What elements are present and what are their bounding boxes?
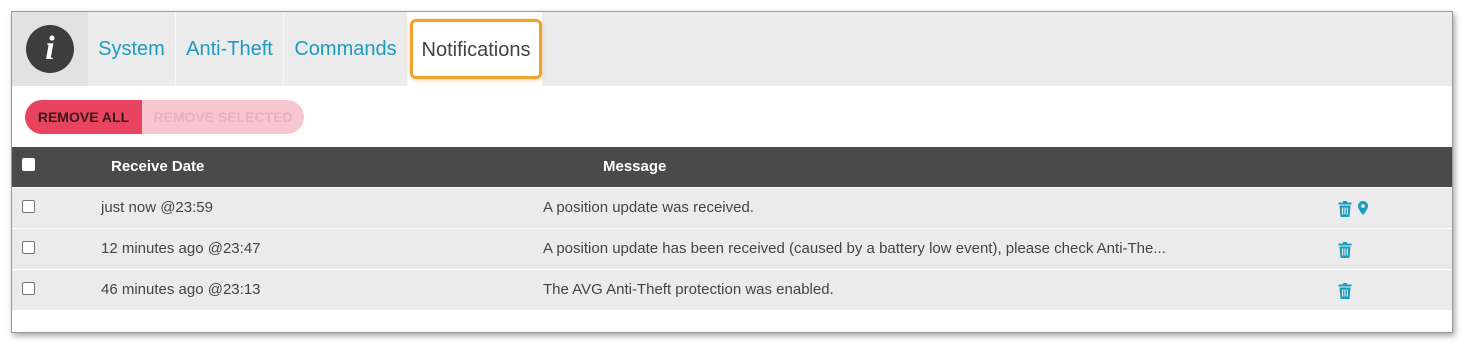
remove-all-button[interactable]: REMOVE ALL — [25, 100, 142, 134]
tab-system[interactable]: System — [88, 12, 176, 86]
row-checkbox[interactable] — [22, 282, 35, 295]
info-icon: i — [26, 25, 74, 73]
trash-icon[interactable] — [1338, 242, 1352, 258]
table-row: just now @23:59 A position update was re… — [12, 188, 1452, 229]
table-row: 46 minutes ago @23:13 The AVG Anti-Theft… — [12, 270, 1452, 311]
row-message: A position update has been received (cau… — [543, 240, 1166, 257]
trash-icon[interactable] — [1338, 283, 1352, 299]
tab-notifications-label: Notifications — [410, 19, 542, 79]
row-checkbox[interactable] — [22, 200, 35, 213]
tab-anti-theft[interactable]: Anti-Theft — [176, 12, 284, 86]
row-receive-date: just now @23:59 — [101, 199, 213, 216]
row-receive-date: 12 minutes ago @23:47 — [101, 240, 261, 257]
table-row: 12 minutes ago @23:47 A position update … — [12, 229, 1452, 270]
location-pin-icon[interactable] — [1358, 201, 1368, 217]
tab-bar: i System Anti-Theft Commands Notificatio… — [12, 12, 1452, 86]
trash-icon[interactable] — [1338, 201, 1352, 217]
column-header-message: Message — [603, 158, 667, 175]
remove-selected-button[interactable]: REMOVE SELECTED — [142, 100, 304, 134]
row-message: The AVG Anti-Theft protection was enable… — [543, 281, 834, 298]
row-checkbox[interactable] — [22, 241, 35, 254]
row-receive-date: 46 minutes ago @23:13 — [101, 281, 261, 298]
select-all-checkbox[interactable] — [22, 158, 35, 171]
column-header-receive-date: Receive Date — [111, 158, 205, 175]
tab-notifications[interactable]: Notifications — [408, 12, 542, 86]
notifications-panel: i System Anti-Theft Commands Notificatio… — [11, 11, 1453, 333]
info-cell: i — [12, 12, 88, 86]
tab-commands[interactable]: Commands — [284, 12, 408, 86]
table-header: Receive Date Message — [12, 147, 1452, 187]
row-message: A position update was received. — [543, 199, 754, 216]
